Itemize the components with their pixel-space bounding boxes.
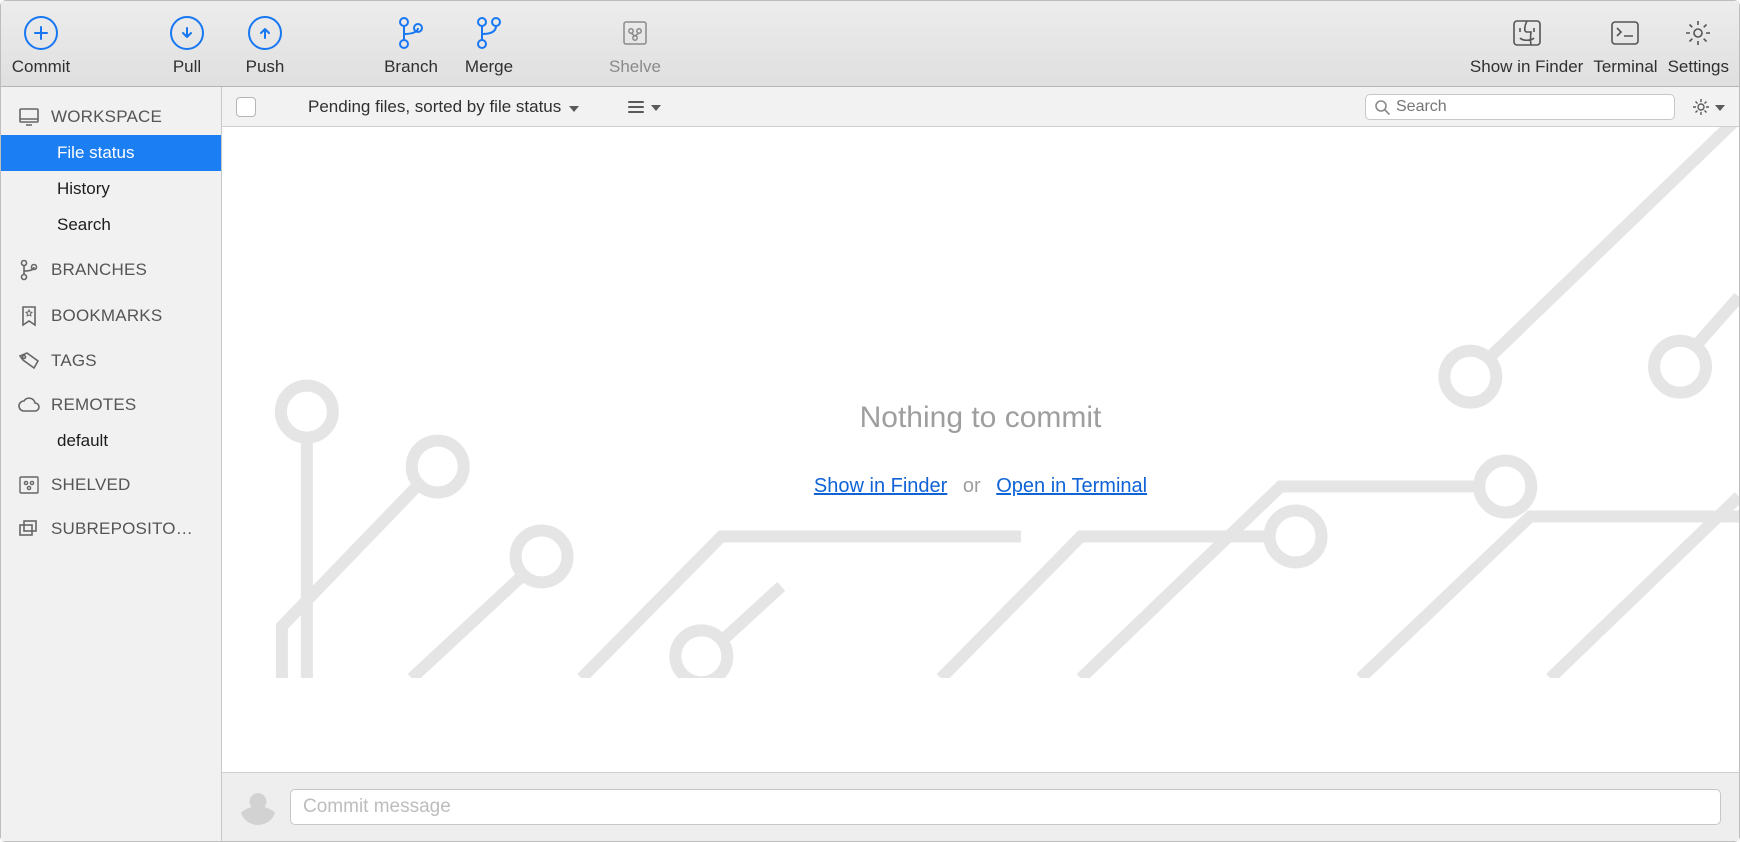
arrow-up-icon: [248, 16, 282, 50]
settings-button[interactable]: Settings: [1668, 13, 1729, 77]
pull-label: Pull: [173, 57, 201, 77]
sidebar-section-shelved[interactable]: SHELVED: [1, 465, 221, 503]
search-input[interactable]: [1396, 98, 1666, 116]
commit-button[interactable]: Commit: [11, 13, 71, 77]
settings-label: Settings: [1668, 57, 1729, 77]
merge-label: Merge: [465, 57, 513, 77]
search-icon: [1374, 99, 1390, 115]
arrow-down-icon: [170, 16, 204, 50]
sidebar-section-bookmarks[interactable]: BOOKMARKS: [1, 295, 221, 335]
sidebar-item-history[interactable]: History: [1, 171, 221, 207]
push-button[interactable]: Push: [235, 13, 295, 77]
commit-message-input[interactable]: [290, 789, 1721, 825]
sidebar-item-search[interactable]: Search: [1, 207, 221, 243]
merge-button[interactable]: Merge: [459, 13, 519, 77]
show-in-finder-button[interactable]: Show in Finder: [1470, 13, 1583, 77]
sidebar-section-label: SUBREPOSITO…: [51, 519, 193, 539]
finder-icon: [1511, 13, 1543, 53]
select-all-checkbox[interactable]: [236, 97, 256, 117]
gear-icon: [1683, 13, 1713, 53]
sidebar: WORKSPACE File status History Search BRA…: [1, 87, 222, 841]
shelved-icon: [17, 475, 41, 495]
gear-icon: [1691, 97, 1711, 117]
merge-icon: [474, 13, 504, 53]
bookmark-icon: [17, 305, 41, 327]
commit-bar: [222, 772, 1739, 841]
branch-icon: [396, 13, 426, 53]
sidebar-item-label: History: [57, 179, 110, 199]
sidebar-section-label: BRANCHES: [51, 260, 147, 280]
terminal-button[interactable]: Terminal: [1593, 13, 1657, 77]
sidebar-section-label: REMOTES: [51, 395, 136, 415]
terminal-icon: [1609, 13, 1641, 53]
or-text: or: [963, 475, 981, 497]
view-mode-dropdown[interactable]: [627, 99, 661, 115]
cloud-icon: [17, 396, 41, 414]
monitor-icon: [17, 107, 41, 127]
show-in-finder-link[interactable]: Show in Finder: [814, 475, 947, 497]
shelve-button[interactable]: Shelve: [605, 13, 665, 77]
branch-icon: [17, 259, 41, 281]
chevron-down-icon: [649, 99, 661, 114]
file-status-canvas: Nothing to commit Show in Finder or Open…: [222, 127, 1739, 772]
avatar: [240, 789, 276, 825]
sidebar-section-workspace[interactable]: WORKSPACE: [1, 97, 221, 135]
sidebar-item-label: default: [57, 431, 108, 451]
sidebar-section-label: SHELVED: [51, 475, 131, 495]
open-in-terminal-link[interactable]: Open in Terminal: [996, 475, 1147, 497]
empty-state-heading: Nothing to commit: [814, 401, 1147, 435]
plus-icon: [24, 16, 58, 50]
sidebar-item-file-status[interactable]: File status: [1, 135, 221, 171]
chevron-down-icon: [567, 97, 579, 117]
sidebar-item-remote-default[interactable]: default: [1, 423, 221, 459]
shelve-label: Shelve: [609, 57, 661, 77]
terminal-label: Terminal: [1593, 57, 1657, 77]
toolbar: Commit Pull Push Branch: [1, 1, 1739, 87]
branch-button[interactable]: Branch: [381, 13, 441, 77]
stack-icon: [17, 519, 41, 539]
chevron-down-icon: [1713, 99, 1725, 114]
branch-label: Branch: [384, 57, 438, 77]
show-in-finder-label: Show in Finder: [1470, 57, 1583, 77]
sidebar-item-label: Search: [57, 215, 111, 235]
sidebar-section-label: WORKSPACE: [51, 107, 162, 127]
options-gear-dropdown[interactable]: [1691, 97, 1725, 117]
commit-label: Commit: [12, 57, 71, 77]
tag-icon: [17, 351, 41, 371]
shelve-icon: [620, 13, 650, 53]
sidebar-section-tags[interactable]: TAGS: [1, 341, 221, 379]
sidebar-section-label: TAGS: [51, 351, 97, 371]
pending-filter-label: Pending files, sorted by file status: [308, 97, 561, 117]
sidebar-item-label: File status: [57, 143, 134, 163]
pull-button[interactable]: Pull: [157, 13, 217, 77]
list-icon: [627, 99, 645, 115]
push-label: Push: [246, 57, 285, 77]
sidebar-section-remotes[interactable]: REMOTES: [1, 385, 221, 423]
search-box[interactable]: [1365, 94, 1675, 120]
sidebar-section-subrepos[interactable]: SUBREPOSITO…: [1, 509, 221, 547]
sidebar-section-branches[interactable]: BRANCHES: [1, 249, 221, 289]
sidebar-section-label: BOOKMARKS: [51, 306, 162, 326]
filter-bar: Pending files, sorted by file status: [222, 87, 1739, 127]
pending-filter-dropdown[interactable]: Pending files, sorted by file status: [308, 97, 579, 117]
